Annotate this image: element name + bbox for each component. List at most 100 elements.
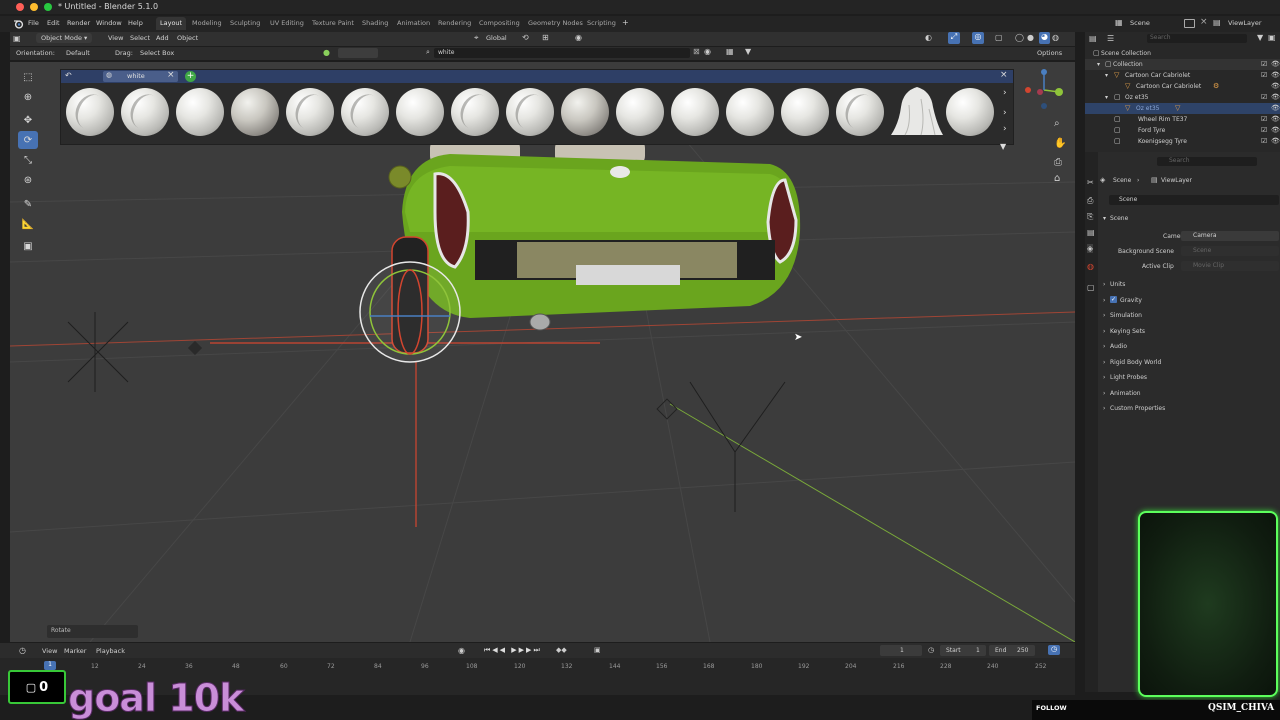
panel-collapse-icon[interactable]: › bbox=[1103, 281, 1105, 288]
pan-hand-icon[interactable]: ✋ bbox=[1054, 138, 1066, 149]
filter-visibility-icon[interactable]: ◉ bbox=[704, 47, 711, 56]
tab-layout[interactable]: Layout bbox=[156, 17, 187, 30]
material-thumbnail[interactable] bbox=[726, 88, 774, 136]
properties-search-input[interactable]: Search bbox=[1157, 157, 1257, 166]
timeline-menu-marker[interactable]: Marker bbox=[64, 647, 86, 655]
scene-panel-title[interactable]: Scene bbox=[1110, 215, 1128, 222]
outliner-row-selected[interactable]: ▽ Oz et35 ▽ 👁 bbox=[1085, 103, 1280, 114]
material-thumbnail[interactable] bbox=[66, 88, 114, 136]
tab-compositing[interactable]: Compositing bbox=[475, 17, 524, 30]
end-frame-field[interactable]: End 250 bbox=[989, 645, 1035, 656]
asset-shelf-popup[interactable]: ↶ ◍ white × + × › › › ▼ bbox=[60, 69, 1014, 151]
eye-icon[interactable]: 👁 bbox=[1271, 59, 1280, 70]
panel-light-probes[interactable]: Light Probes bbox=[1110, 374, 1147, 381]
checkbox-icon[interactable]: ☑ bbox=[1261, 70, 1267, 81]
eye-icon[interactable]: 👁 bbox=[1271, 70, 1280, 81]
eye-icon[interactable]: 👁 bbox=[1271, 81, 1280, 92]
outliner-row[interactable]: ▽ Cartoon Car Cabriolet ⚙ 👁 bbox=[1085, 81, 1280, 92]
close-tab-icon[interactable]: × bbox=[167, 70, 175, 80]
scroll-up-icon[interactable]: › bbox=[1003, 88, 1007, 98]
filter-funnel-icon[interactable]: ▼ bbox=[745, 47, 751, 56]
xray-toggle-icon[interactable]: ▢ bbox=[995, 33, 1003, 42]
output-tab-icon[interactable]: ⎘ bbox=[1087, 212, 1093, 222]
panel-collapse-icon[interactable]: › bbox=[1103, 343, 1105, 350]
view-layer-tab-icon[interactable]: ▤ bbox=[1087, 228, 1095, 237]
material-thumbnail[interactable] bbox=[836, 88, 884, 136]
timeline-view-icon[interactable]: ◷ bbox=[1048, 645, 1060, 655]
maximize-window-button[interactable] bbox=[44, 3, 52, 11]
asset-search-input[interactable]: white bbox=[434, 48, 690, 58]
material-thumbnail[interactable] bbox=[286, 88, 334, 136]
panel-keying-sets[interactable]: Keying Sets bbox=[1110, 328, 1145, 335]
collection-tab-icon[interactable]: ▢ bbox=[1087, 283, 1095, 292]
outliner[interactable]: ▤ ☰ Search ▼ ▣ ▢ Scene Collection ▾ ▢ Co… bbox=[1085, 32, 1280, 152]
menu-file[interactable]: File bbox=[28, 19, 39, 27]
scene-name-field[interactable]: Scene bbox=[1130, 19, 1150, 27]
material-thumbnail[interactable] bbox=[671, 88, 719, 136]
breadcrumb-viewlayer[interactable]: ViewLayer bbox=[1161, 177, 1192, 184]
auto-keying-icon[interactable]: ◉ bbox=[458, 646, 465, 655]
tab-animation[interactable]: Animation bbox=[393, 17, 434, 30]
visibility-icon[interactable]: ◐ bbox=[925, 33, 932, 42]
object-mode-dropdown[interactable]: Object Mode ▾ bbox=[36, 33, 93, 43]
panel-units[interactable]: Units bbox=[1110, 281, 1125, 288]
playhead-marker[interactable]: 1 bbox=[44, 661, 56, 670]
outliner-row[interactable]: ▢ Koenigsegg Tyre ☑ 👁 bbox=[1085, 136, 1280, 147]
current-frame-field[interactable]: 1 bbox=[880, 645, 922, 656]
cursor-tool-icon[interactable]: ⊕ bbox=[18, 88, 38, 106]
eye-icon[interactable]: 👁 bbox=[1271, 114, 1280, 125]
viewport-menu-view[interactable]: View bbox=[108, 34, 123, 42]
cloth-material-thumbnail[interactable] bbox=[891, 85, 943, 139]
material-thumbnail[interactable] bbox=[616, 88, 664, 136]
tab-sculpting[interactable]: Sculpting bbox=[226, 17, 264, 30]
new-collection-icon[interactable]: ▣ bbox=[1268, 33, 1276, 42]
menu-render[interactable]: Render bbox=[67, 19, 90, 27]
add-tab-button[interactable]: + bbox=[185, 71, 196, 82]
navigation-gizmo[interactable] bbox=[1020, 66, 1068, 114]
eye-icon[interactable]: 👁 bbox=[1271, 92, 1280, 103]
drag-dropdown[interactable]: Select Box bbox=[140, 49, 174, 57]
expand-shelf-icon[interactable]: ▼ bbox=[1000, 142, 1006, 151]
annotate-tool-icon[interactable]: ✎ bbox=[18, 195, 38, 213]
select-tool-icon[interactable]: ⬚ bbox=[18, 68, 38, 86]
timeline-editor-icon[interactable]: ◷ bbox=[19, 646, 26, 655]
zoom-icon[interactable]: ⌕ bbox=[1054, 118, 1060, 129]
wireframe-shading-icon[interactable]: ◯ bbox=[1015, 33, 1024, 42]
expand-arrow-icon[interactable]: ▾ bbox=[1097, 59, 1100, 70]
panel-gravity[interactable]: Gravity bbox=[1120, 297, 1142, 304]
material-thumbnail[interactable] bbox=[946, 88, 994, 136]
viewport-menu-add[interactable]: Add bbox=[156, 34, 169, 42]
material-thumbnail[interactable] bbox=[561, 88, 609, 136]
minimize-window-button[interactable] bbox=[30, 3, 38, 11]
eye-icon[interactable]: 👁 bbox=[1271, 136, 1280, 147]
solid-shading-icon[interactable]: ● bbox=[1027, 33, 1034, 42]
panel-collapse-icon[interactable]: › bbox=[1103, 328, 1105, 335]
scene-tab-icon[interactable]: ◈ bbox=[1087, 244, 1094, 253]
outliner-search-input[interactable]: Search bbox=[1147, 34, 1247, 43]
background-scene-field[interactable]: Scene bbox=[1181, 246, 1279, 256]
checkbox-icon[interactable]: ☑ bbox=[1261, 125, 1267, 136]
panel-rigid-body-world[interactable]: Rigid Body World bbox=[1110, 359, 1161, 366]
tool-tab-icon[interactable]: ✂ bbox=[1087, 178, 1094, 187]
material-thumbnail[interactable] bbox=[341, 88, 389, 136]
material-thumbnail[interactable] bbox=[451, 88, 499, 136]
add-workspace-button[interactable]: + bbox=[622, 18, 629, 27]
viewport-menu-select[interactable]: Select bbox=[130, 34, 150, 42]
tab-scripting[interactable]: Scripting bbox=[583, 17, 620, 30]
eye-icon[interactable]: 👁 bbox=[1271, 125, 1280, 136]
outliner-row[interactable]: ▢ Ford Tyre ☑ 👁 bbox=[1085, 125, 1280, 136]
outliner-filter-icon[interactable]: ▼ bbox=[1257, 33, 1263, 42]
scroll-down-icon[interactable]: › bbox=[1003, 124, 1007, 134]
outliner-row[interactable]: ▾ ▽ Cartoon Car Cabriolet ☑ 👁 bbox=[1085, 70, 1280, 81]
menu-window[interactable]: Window bbox=[96, 19, 122, 27]
menu-edit[interactable]: Edit bbox=[47, 19, 60, 27]
camera-view-icon[interactable]: ⎙ bbox=[1054, 157, 1062, 168]
display-mode-icon[interactable]: ☰ bbox=[1107, 34, 1114, 43]
panel-animation[interactable]: Animation bbox=[1110, 390, 1141, 397]
rotate-tool-icon[interactable]: ⟳ bbox=[18, 131, 38, 149]
blender-logo-icon[interactable] bbox=[13, 19, 24, 29]
scene-selector-icon[interactable]: ▦ bbox=[1115, 18, 1125, 28]
pivot-point-icon[interactable]: ⟲ bbox=[522, 33, 529, 42]
timeline-menu-view[interactable]: View bbox=[42, 647, 57, 655]
viewlayer-name-field[interactable]: ViewLayer bbox=[1228, 19, 1262, 27]
